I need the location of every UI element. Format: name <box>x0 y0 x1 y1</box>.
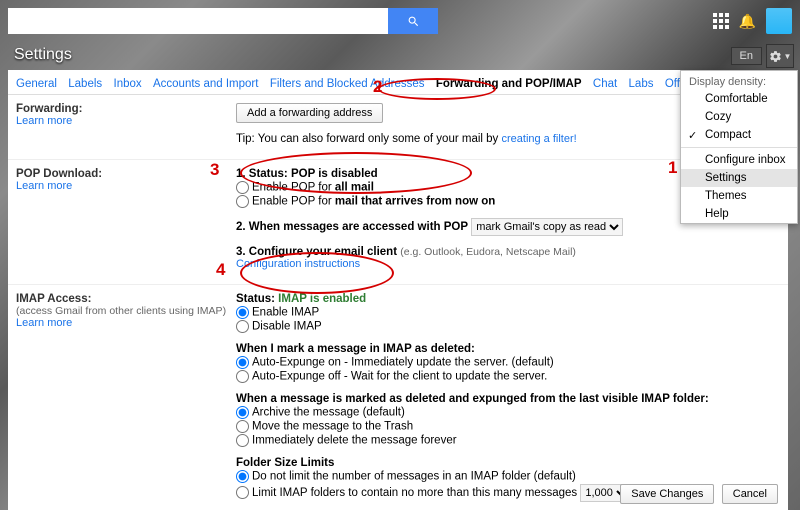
add-forwarding-button[interactable]: Add a forwarding address <box>236 103 383 123</box>
imap-size-hdr: Folder Size Limits <box>236 457 780 469</box>
imap-disable-radio[interactable] <box>236 320 249 333</box>
imap-size-limit-radio[interactable] <box>236 486 249 499</box>
menu-density-label: Display density: <box>681 71 797 90</box>
search-input[interactable] <box>8 8 388 34</box>
pop-h2: 2. When messages are accessed with POP <box>236 221 468 233</box>
forwarding-label: Forwarding: <box>16 103 236 115</box>
settings-tabs: General Labels Inbox Accounts and Import… <box>8 70 788 95</box>
tab-labels[interactable]: Labels <box>68 78 102 94</box>
imap-status-value: IMAP is enabled <box>278 293 366 305</box>
menu-comfortable[interactable]: Comfortable <box>681 90 797 108</box>
pop-accessed-select[interactable]: mark Gmail's copy as read <box>471 218 623 236</box>
imap-del-forever-radio[interactable] <box>236 434 249 447</box>
tab-forwarding[interactable]: Forwarding and POP/IMAP <box>436 78 582 94</box>
tab-accounts[interactable]: Accounts and Import <box>153 78 258 94</box>
pop-opt1-pre: Enable POP for <box>252 182 335 194</box>
pop-h3: 3. Configure your email client <box>236 246 400 258</box>
tab-chat[interactable]: Chat <box>593 78 617 94</box>
imap-label: IMAP Access: <box>16 293 236 305</box>
pop-config-link[interactable]: Configuration instructions <box>236 258 360 270</box>
imap-del3: Immediately delete the message forever <box>252 435 457 447</box>
pop-learn-more[interactable]: Learn more <box>16 180 72 192</box>
imap-del2: Move the message to the Trash <box>252 421 413 433</box>
save-button[interactable]: Save Changes <box>620 484 714 504</box>
menu-configure-inbox[interactable]: Configure inbox <box>681 151 797 169</box>
pop-opt1-bold: all mail <box>335 182 374 194</box>
imap-expunge-on-radio[interactable] <box>236 356 249 369</box>
forwarding-filter-link[interactable]: creating a filter! <box>501 133 576 145</box>
forwarding-tip: Tip: You can also forward only some of y… <box>236 133 501 145</box>
chevron-down-icon: ▼ <box>784 52 792 61</box>
apps-icon[interactable] <box>713 13 729 29</box>
imap-size2: Limit IMAP folders to contain no more th… <box>252 487 577 499</box>
pop-h3-note: (e.g. Outlook, Eudora, Netscape Mail) <box>400 246 576 258</box>
pop-status-value: POP is disabled <box>291 168 378 180</box>
search-icon <box>407 15 420 28</box>
pop-enable-new-radio[interactable] <box>236 195 249 208</box>
imap-expunge-off-radio[interactable] <box>236 370 249 383</box>
tab-inbox[interactable]: Inbox <box>114 78 142 94</box>
imap-mark1: Auto-Expunge on - Immediately update the… <box>252 357 554 369</box>
menu-settings[interactable]: Settings <box>681 169 797 187</box>
avatar[interactable] <box>766 8 792 34</box>
pop-opt2-bold: mail that arrives from now on <box>335 196 495 208</box>
imap-del1: Archive the message (default) <box>252 407 405 419</box>
tab-general[interactable]: General <box>16 78 57 94</box>
tab-labs[interactable]: Labs <box>629 78 654 94</box>
search-button[interactable] <box>388 8 438 34</box>
imap-enable-label: Enable IMAP <box>252 307 319 319</box>
imap-status-prefix: Status: <box>236 293 278 305</box>
imap-mark2: Auto-Expunge off - Wait for the client t… <box>252 371 547 383</box>
tab-filters[interactable]: Filters and Blocked Addresses <box>270 78 425 94</box>
pop-enable-all-radio[interactable] <box>236 181 249 194</box>
pop-opt2-pre: Enable POP for <box>252 196 335 208</box>
pop-label: POP Download: <box>16 168 236 180</box>
menu-cozy[interactable]: Cozy <box>681 108 797 126</box>
imap-learn-more[interactable]: Learn more <box>16 317 72 329</box>
content-area: General Labels Inbox Accounts and Import… <box>8 70 788 510</box>
imap-enable-radio[interactable] <box>236 306 249 319</box>
imap-sub: (access Gmail from other clients using I… <box>16 305 236 317</box>
menu-help[interactable]: Help <box>681 205 797 223</box>
imap-del-archive-radio[interactable] <box>236 406 249 419</box>
imap-del-hdr: When a message is marked as deleted and … <box>236 393 780 405</box>
forwarding-learn-more[interactable]: Learn more <box>16 115 72 127</box>
pop-status-prefix: 1. Status: <box>236 168 291 180</box>
notifications-icon[interactable]: 🔔 <box>739 13 756 30</box>
cancel-button[interactable]: Cancel <box>722 484 778 504</box>
settings-gear-button[interactable]: ▼ <box>766 44 794 68</box>
gear-icon <box>769 50 782 63</box>
page-title: Settings <box>0 42 800 70</box>
language-button[interactable]: En <box>731 47 762 65</box>
settings-menu: Display density: Comfortable Cozy Compac… <box>680 70 798 224</box>
imap-del-trash-radio[interactable] <box>236 420 249 433</box>
imap-disable-label: Disable IMAP <box>252 321 322 333</box>
imap-mark-hdr: When I mark a message in IMAP as deleted… <box>236 343 780 355</box>
imap-size-no-limit-radio[interactable] <box>236 470 249 483</box>
menu-compact[interactable]: Compact <box>681 126 797 144</box>
imap-size1: Do not limit the number of messages in a… <box>252 471 576 483</box>
menu-themes[interactable]: Themes <box>681 187 797 205</box>
